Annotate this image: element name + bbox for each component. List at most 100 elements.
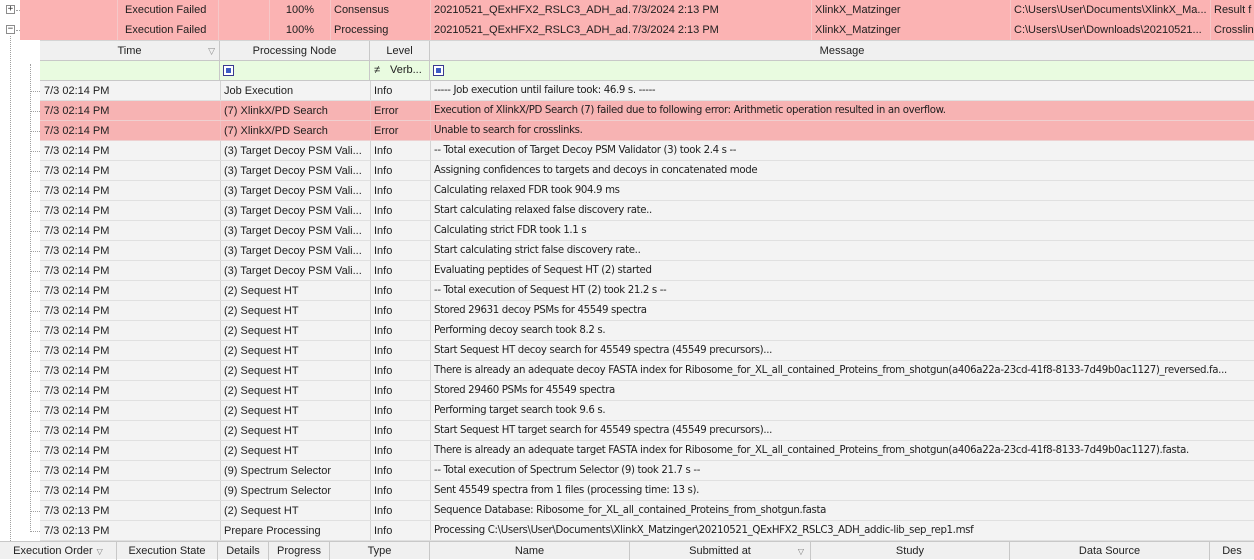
log-processing-node: (3) Target Decoy PSM Vali...	[224, 225, 362, 237]
log-row[interactable]: 7/3 02:14 PM (3) Target Decoy PSM Vali...…	[40, 241, 1254, 261]
log-time: 7/3 02:14 PM	[44, 125, 110, 137]
collapse-icon[interactable]: −	[6, 25, 15, 34]
column-header-type[interactable]: Type	[330, 542, 430, 560]
tree-line	[30, 64, 31, 532]
log-message: Processing C:\Users\User\Documents\Xlink…	[434, 525, 974, 536]
tree-branch	[30, 351, 40, 352]
job-study: XlinkX_Matzinger	[815, 24, 901, 36]
column-header-execution-order[interactable]: Execution Order ▽	[0, 542, 117, 560]
job-description: Result f	[1214, 4, 1252, 16]
log-row[interactable]: 7/3 02:14 PM (2) Sequest HT Info Performing…	[40, 321, 1254, 341]
tree-branch	[30, 331, 40, 332]
log-level: Info	[374, 285, 393, 297]
job-row[interactable]: + Execution Failed 100% Consensus 20210521_Q…	[0, 0, 1254, 20]
log-row[interactable]: 7/3 02:13 PM (2) Sequest HT Info Sequence D…	[40, 501, 1254, 521]
column-header-submitted-at-label: Submitted at	[689, 545, 751, 557]
log-row[interactable]: 7/3 02:14 PM (3) Target Decoy PSM Vali...…	[40, 221, 1254, 241]
log-time: 7/3 02:14 PM	[44, 165, 110, 177]
filter-operator-icon[interactable]	[223, 65, 234, 76]
filter-cell-level[interactable]: ≠ Verb...	[370, 61, 430, 80]
log-processing-node: (2) Sequest HT	[224, 285, 299, 297]
job-data-source: C:\Users\User\Downloads\20210521...	[1014, 24, 1202, 36]
log-level: Info	[374, 265, 393, 277]
log-level: Info	[374, 145, 393, 157]
log-time: 7/3 02:14 PM	[44, 325, 110, 337]
log-row[interactable]: 7/3 02:14 PM (2) Sequest HT Info There is a…	[40, 441, 1254, 461]
log-time: 7/3 02:14 PM	[44, 485, 110, 497]
expand-icon[interactable]: +	[6, 5, 15, 14]
column-header-time[interactable]: Time ▽	[40, 41, 220, 61]
log-row[interactable]: 7/3 02:14 PM (3) Target Decoy PSM Vali...…	[40, 181, 1254, 201]
log-row-error[interactable]: 7/3 02:14 PM (7) XlinkX/PD Search Error Una…	[40, 121, 1254, 141]
column-header-progress[interactable]: Progress	[269, 542, 330, 560]
log-level: Info	[374, 385, 393, 397]
filter-funnel-icon[interactable]: ▽	[97, 547, 103, 556]
tree-branch	[30, 231, 40, 232]
column-header-study[interactable]: Study	[811, 542, 1010, 560]
column-header-processing-node[interactable]: Processing Node	[220, 41, 370, 61]
filter-cell-message[interactable]	[430, 61, 1254, 80]
log-row[interactable]: 7/3 02:14 PM (2) Sequest HT Info Performing…	[40, 401, 1254, 421]
log-row[interactable]: 7/3 02:14 PM (2) Sequest HT Info Start Sequ…	[40, 341, 1254, 361]
tree-branch	[30, 291, 40, 292]
log-row[interactable]: 7/3 02:14 PM (3) Target Decoy PSM Vali...…	[40, 141, 1254, 161]
tree-branch	[30, 91, 40, 92]
filter-level-value[interactable]: Verb...	[390, 61, 422, 80]
column-separator	[117, 20, 118, 40]
column-separator	[117, 0, 118, 20]
log-message: ----- Job execution until failure took: …	[434, 85, 656, 96]
filter-funnel-icon[interactable]: ▽	[208, 41, 215, 61]
log-row[interactable]: 7/3 02:14 PM (3) Target Decoy PSM Vali...…	[40, 161, 1254, 181]
column-header-description[interactable]: Des	[1210, 542, 1254, 560]
tree-branch	[30, 111, 40, 112]
tree-branch	[30, 391, 40, 392]
log-message: Assigning confidences to targets and dec…	[434, 165, 758, 176]
log-processing-node: (3) Target Decoy PSM Vali...	[224, 265, 362, 277]
log-time: 7/3 02:14 PM	[44, 245, 110, 257]
log-row[interactable]: 7/3 02:14 PM Job Execution Info ----- Job e…	[40, 81, 1254, 101]
log-time: 7/3 02:14 PM	[44, 385, 110, 397]
log-message: Execution of XlinkX/PD Search (7) failed…	[434, 105, 946, 116]
log-row[interactable]: 7/3 02:14 PM (9) Spectrum Selector Info -- …	[40, 461, 1254, 481]
column-header-data-source[interactable]: Data Source	[1010, 542, 1210, 560]
log-row[interactable]: 7/3 02:14 PM (3) Target Decoy PSM Vali...…	[40, 201, 1254, 221]
log-row[interactable]: 7/3 02:14 PM (2) Sequest HT Info -- Total e…	[40, 281, 1254, 301]
log-row[interactable]: 7/3 02:14 PM (2) Sequest HT Info Start Sequ…	[40, 421, 1254, 441]
column-header-message[interactable]: Message	[430, 41, 1254, 61]
log-row[interactable]: 7/3 02:14 PM (9) Spectrum Selector Info Sen…	[40, 481, 1254, 501]
column-header-name[interactable]: Name	[430, 542, 630, 560]
tree-branch	[30, 431, 40, 432]
job-name: 20210521_QExHFX2_RSLC3_ADH_ad...	[434, 24, 630, 36]
log-level: Info	[374, 325, 393, 337]
tree-branch	[30, 411, 40, 412]
filter-cell-node[interactable]	[220, 61, 370, 80]
tree-branch	[30, 271, 40, 272]
log-processing-node: (9) Spectrum Selector	[224, 465, 331, 477]
log-processing-node: Prepare Processing	[224, 525, 321, 537]
log-row-error[interactable]: 7/3 02:14 PM (7) XlinkX/PD Search Error Exe…	[40, 101, 1254, 121]
log-row[interactable]: 7/3 02:14 PM (2) Sequest HT Info There is a…	[40, 361, 1254, 381]
log-filter-row: ≠ Verb...	[40, 61, 1254, 81]
log-row[interactable]: 7/3 02:14 PM (2) Sequest HT Info Stored 296…	[40, 301, 1254, 321]
log-grid-header: Time ▽ Processing Node Level Message	[40, 40, 1254, 61]
log-row[interactable]: 7/3 02:13 PM Prepare Processing Info Proces…	[40, 521, 1254, 541]
log-message: Evaluating peptides of Sequest HT (2) st…	[434, 265, 652, 276]
tree-branch	[30, 311, 40, 312]
log-row[interactable]: 7/3 02:14 PM (3) Target Decoy PSM Vali...…	[40, 261, 1254, 281]
log-row[interactable]: 7/3 02:14 PM (2) Sequest HT Info Stored 294…	[40, 381, 1254, 401]
column-header-execution-state[interactable]: Execution State	[117, 542, 218, 560]
log-time: 7/3 02:13 PM	[44, 505, 110, 517]
column-header-execution-order-label: Execution Order	[13, 545, 93, 557]
column-header-submitted-at[interactable]: Submitted at ▽	[630, 542, 811, 560]
log-level: Info	[374, 165, 393, 177]
log-processing-node: (3) Target Decoy PSM Vali...	[224, 205, 362, 217]
log-time: 7/3 02:14 PM	[44, 85, 110, 97]
filter-cell-time[interactable]	[40, 61, 220, 80]
column-header-level[interactable]: Level	[370, 41, 430, 61]
column-header-details[interactable]: Details	[218, 542, 269, 560]
job-row[interactable]: − Execution Failed 100% Processing 20210521_…	[0, 20, 1254, 40]
log-time: 7/3 02:14 PM	[44, 465, 110, 477]
not-equal-operator[interactable]: ≠	[374, 61, 380, 80]
filter-operator-icon[interactable]	[433, 65, 444, 76]
filter-funnel-icon[interactable]: ▽	[798, 542, 804, 560]
